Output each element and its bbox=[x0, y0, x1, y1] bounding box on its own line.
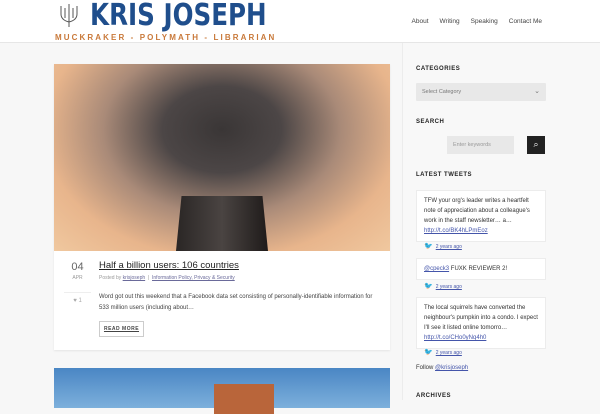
tweet-text: FUXK REVIEWER 2! bbox=[450, 266, 508, 272]
follow-line: Follow @krisjoseph bbox=[416, 365, 468, 371]
chevron-down-icon: ⌄ bbox=[534, 88, 540, 95]
tweet-text: TFW your org's leader writes a heartfelt… bbox=[424, 198, 530, 224]
search-icon: ⌕ bbox=[533, 139, 539, 149]
author-link[interactable]: krisjoseph bbox=[123, 275, 146, 281]
post-date: 04 APR ♥ 1 bbox=[64, 261, 91, 304]
tweet-link[interactable]: http://t.co/CHo0yNq4h0 bbox=[424, 335, 486, 341]
like-count: 1 bbox=[78, 298, 82, 304]
next-post-image[interactable] bbox=[54, 368, 390, 414]
categories-title: CATEGORIES bbox=[416, 66, 461, 72]
tweet-meta: 🐦 2 years ago bbox=[424, 348, 462, 356]
tweet-time-link[interactable]: 2 years ago bbox=[436, 350, 462, 356]
tweet-time-link[interactable]: 2 years ago bbox=[436, 284, 462, 290]
category-links[interactable]: Information Policy, Privacy & Security bbox=[152, 275, 235, 281]
twitter-icon: 🐦 bbox=[424, 243, 433, 250]
tweet-text: The local squirrels have converted the n… bbox=[424, 305, 538, 331]
heart-icon: ♥ bbox=[73, 298, 77, 304]
nav-about[interactable]: About bbox=[412, 18, 429, 25]
tweet-item: @cpeck3 FUXK REVIEWER 2! bbox=[416, 258, 546, 280]
site-header: KRIS JOSEPH MUCKRAKER - POLYMATH - LIBRA… bbox=[0, 0, 600, 43]
house-shape bbox=[214, 384, 274, 414]
pen-logo-icon bbox=[60, 4, 78, 27]
archives-title: ARCHIVES bbox=[416, 393, 452, 399]
post-month: APR bbox=[72, 275, 83, 281]
nav-speaking[interactable]: Speaking bbox=[471, 18, 498, 25]
site-tagline: MUCKRAKER - POLYMATH - LIBRARIAN bbox=[55, 33, 277, 42]
post-meta: Posted by krisjoseph | Information Polic… bbox=[99, 275, 235, 281]
tweet-mention-link[interactable]: @cpeck3 bbox=[424, 266, 449, 272]
read-more-button[interactable]: READ MORE bbox=[99, 321, 144, 337]
post-day: 04 bbox=[71, 261, 84, 273]
blog-post: 04 APR ♥ 1 Half a billion users: 106 cou… bbox=[54, 64, 390, 350]
category-select[interactable]: Select Category ⌄ bbox=[416, 83, 546, 101]
tweet-link[interactable]: http://t.co/BK4hLPmEoz bbox=[424, 228, 488, 234]
follow-label: Follow bbox=[416, 365, 434, 371]
tweets-title: LATEST TWEETS bbox=[416, 172, 473, 178]
main-nav: About Writing Speaking Contact Me bbox=[412, 18, 542, 25]
twitter-icon: 🐦 bbox=[424, 283, 433, 290]
tweet-item: TFW your org's leader writes a heartfelt… bbox=[416, 190, 546, 242]
post-excerpt: Word got out this weekend that a Faceboo… bbox=[99, 294, 373, 311]
nav-writing[interactable]: Writing bbox=[440, 18, 460, 25]
post-title[interactable]: Half a billion users: 106 countries bbox=[99, 260, 239, 271]
tweet-item: The local squirrels have converted the n… bbox=[416, 297, 546, 349]
tweet-meta: 🐦 2 years ago bbox=[424, 242, 462, 250]
tweet-meta: 🐦 2 years ago bbox=[424, 282, 462, 290]
like-button[interactable]: ♥ 1 bbox=[64, 292, 91, 304]
search-title: SEARCH bbox=[416, 119, 445, 125]
site-logo-title[interactable]: KRIS JOSEPH bbox=[90, 0, 267, 33]
category-select-value: Select Category bbox=[422, 89, 462, 95]
follow-handle-link[interactable]: @krisjoseph bbox=[435, 365, 468, 371]
cooling-tower-shape bbox=[176, 196, 268, 251]
twitter-icon: 🐦 bbox=[424, 349, 433, 356]
nav-contact[interactable]: Contact Me bbox=[509, 18, 542, 25]
posted-by-label: Posted by bbox=[99, 275, 122, 281]
tweet-time-link[interactable]: 2 years ago bbox=[436, 244, 462, 250]
search-input[interactable]: Enter keywords bbox=[447, 136, 514, 154]
search-button[interactable]: ⌕ bbox=[527, 136, 545, 154]
